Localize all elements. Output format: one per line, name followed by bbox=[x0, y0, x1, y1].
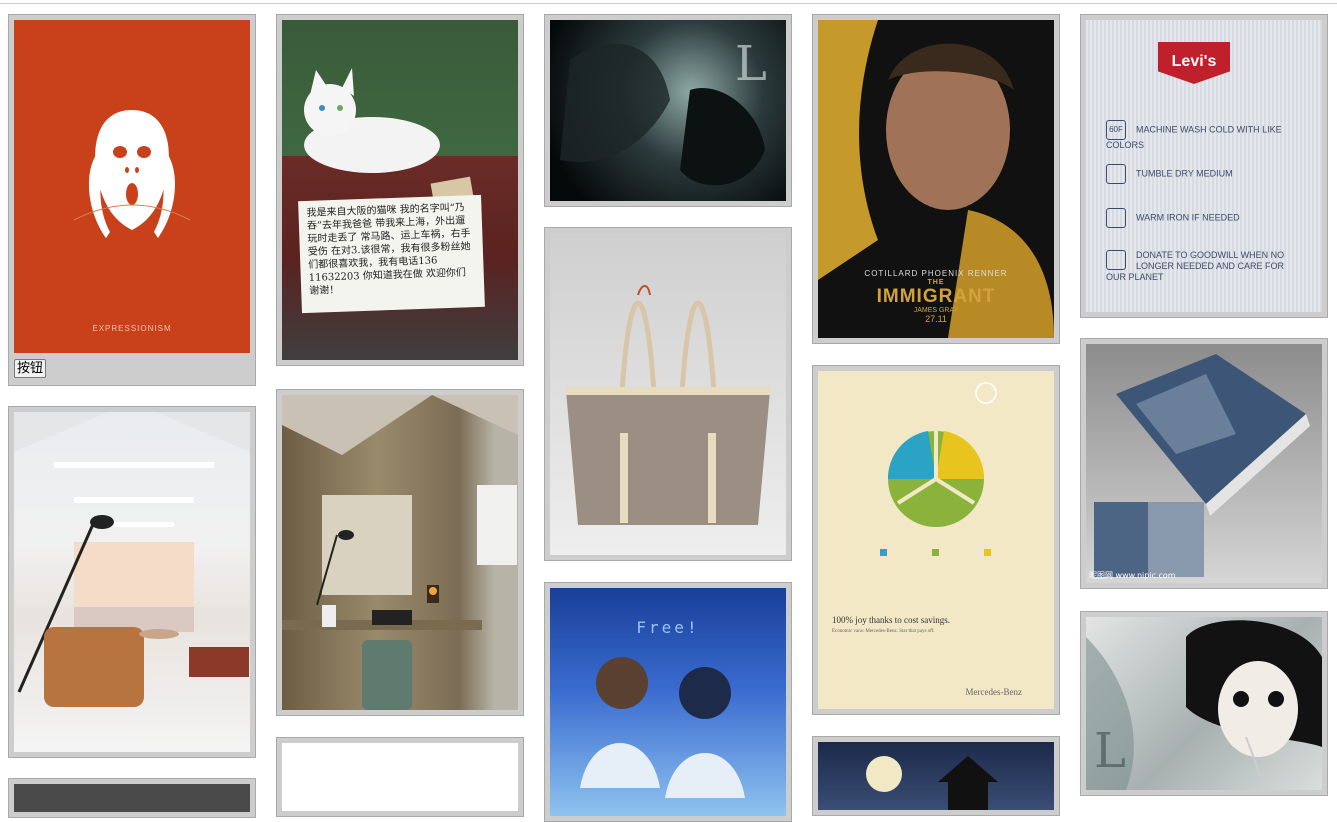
brochure-illustration bbox=[1094, 354, 1310, 577]
photo-card[interactable] bbox=[8, 406, 256, 758]
photo-card[interactable] bbox=[8, 778, 256, 818]
care-row: DONATE TO GOODWILL WHEN NO LONGER NEEDED… bbox=[1106, 250, 1286, 283]
pie-chart-illustration bbox=[880, 382, 997, 556]
care-text: WARM IRON IF NEEDED bbox=[1136, 212, 1240, 223]
handbag-photo bbox=[550, 233, 786, 555]
donate-icon bbox=[1106, 250, 1126, 270]
poster-director: JAMES GRAY 27.11 bbox=[818, 307, 1054, 324]
handbag-illustration bbox=[566, 285, 770, 525]
care-text: TUMBLE DRY MEDIUM bbox=[1136, 168, 1233, 179]
castle-night-photo bbox=[818, 742, 1054, 810]
poster-title: THE IMMIGRANT bbox=[818, 279, 1054, 308]
care-text: MACHINE WASH COLD WITH LIKE COLORS bbox=[1106, 124, 1282, 150]
top-divider bbox=[0, 3, 1337, 4]
tumble-dry-icon bbox=[1106, 164, 1126, 184]
swimmers-illustration bbox=[580, 657, 745, 798]
iron-icon bbox=[1106, 208, 1126, 228]
levis-logo: Levi's bbox=[1158, 42, 1230, 84]
anime-illustration: L bbox=[560, 36, 767, 186]
care-text: DONATE TO GOODWILL WHEN NO LONGER NEEDED… bbox=[1106, 250, 1285, 282]
attic-room-illustration bbox=[14, 412, 250, 707]
photo-card[interactable] bbox=[276, 737, 524, 817]
care-row: WARM IRON IF NEEDED bbox=[1106, 208, 1240, 228]
free-anime-poster: Free! bbox=[550, 588, 786, 816]
photo-card[interactable] bbox=[276, 389, 524, 716]
architecture-brochure-photo: 昵图网 www.nipic.com bbox=[1086, 344, 1322, 583]
photo-card[interactable]: 100% joy thanks to cost savings. Economi… bbox=[812, 365, 1060, 715]
title-prefix: THE bbox=[927, 279, 945, 286]
photo-card[interactable]: Free! bbox=[544, 582, 792, 822]
photo-card[interactable] bbox=[544, 227, 792, 561]
ad-brand: Mercedes-Benz bbox=[965, 687, 1022, 697]
watermark: 昵图网 www.nipic.com bbox=[1089, 571, 1176, 580]
expressionism-poster: EXPRESSIONISM bbox=[14, 20, 250, 353]
ad-headline: 100% joy thanks to cost savings. bbox=[832, 615, 950, 625]
director-name: JAMES GRAY bbox=[913, 307, 959, 314]
levis-care-label: Levi's 60F MACHINE WASH COLD WITH LIKE CO… bbox=[1086, 20, 1322, 312]
attic-living-room-photo bbox=[14, 412, 250, 752]
anime-character-illustration: L bbox=[1086, 620, 1322, 790]
action-button[interactable]: 按钮 bbox=[14, 359, 47, 378]
poster-cast: COTILLARD PHOENIX RENNER bbox=[864, 269, 1008, 278]
photo-card[interactable]: EXPRESSIONISM 按钮 bbox=[8, 14, 256, 386]
rustic-workspace-photo bbox=[282, 395, 518, 710]
photo-card[interactable]: Levi's 60F MACHINE WASH COLD WITH LIKE CO… bbox=[1080, 14, 1328, 318]
partial-photo bbox=[14, 784, 250, 812]
l-lawliet-artwork: L bbox=[1086, 617, 1322, 790]
care-row: 60F MACHINE WASH COLD WITH LIKE COLORS bbox=[1106, 120, 1322, 151]
photo-card[interactable]: L bbox=[544, 14, 792, 207]
death-note-artwork: L bbox=[550, 20, 786, 201]
svg-text:L: L bbox=[735, 36, 767, 92]
mercedes-ad-poster: 100% joy thanks to cost savings. Economi… bbox=[818, 371, 1054, 709]
care-row: TUMBLE DRY MEDIUM bbox=[1106, 164, 1233, 184]
white-cat-photo: 我是来自大阪的猫咪 我的名字叫“乃吞”去年我爸爸 带我来上海，外出遛玩时走丢了 … bbox=[282, 20, 518, 360]
poster-caption: EXPRESSIONISM bbox=[92, 324, 172, 333]
ad-subline: Economic vans: Mercedes-Benz. Star that … bbox=[832, 629, 935, 634]
photo-card[interactable]: L bbox=[1080, 611, 1328, 796]
castle-illustration bbox=[866, 756, 998, 810]
partial-photo bbox=[282, 743, 518, 811]
photo-card[interactable]: COTILLARD PHOENIX RENNER THE IMMIGRANT JA… bbox=[812, 14, 1060, 344]
release-date: 27.11 bbox=[925, 314, 947, 324]
photo-card[interactable] bbox=[812, 736, 1060, 816]
svg-text:L: L bbox=[1094, 723, 1126, 779]
scream-face-illustration bbox=[73, 110, 191, 238]
the-immigrant-poster: COTILLARD PHOENIX RENNER THE IMMIGRANT JA… bbox=[818, 20, 1054, 338]
title-main: IMMIGRANT bbox=[876, 286, 996, 307]
photo-card[interactable]: 我是来自大阪的猫咪 我的名字叫“乃吞”去年我爸爸 带我来上海，外出遛玩时走丢了 … bbox=[276, 14, 524, 366]
photo-card[interactable]: 昵图网 www.nipic.com bbox=[1080, 338, 1328, 589]
handwritten-note: 我是来自大阪的猫咪 我的名字叫“乃吞”去年我爸爸 带我来上海，外出遛玩时走丢了 … bbox=[298, 194, 485, 314]
wash-icon: 60F bbox=[1106, 120, 1126, 140]
workspace-illustration bbox=[282, 395, 518, 710]
